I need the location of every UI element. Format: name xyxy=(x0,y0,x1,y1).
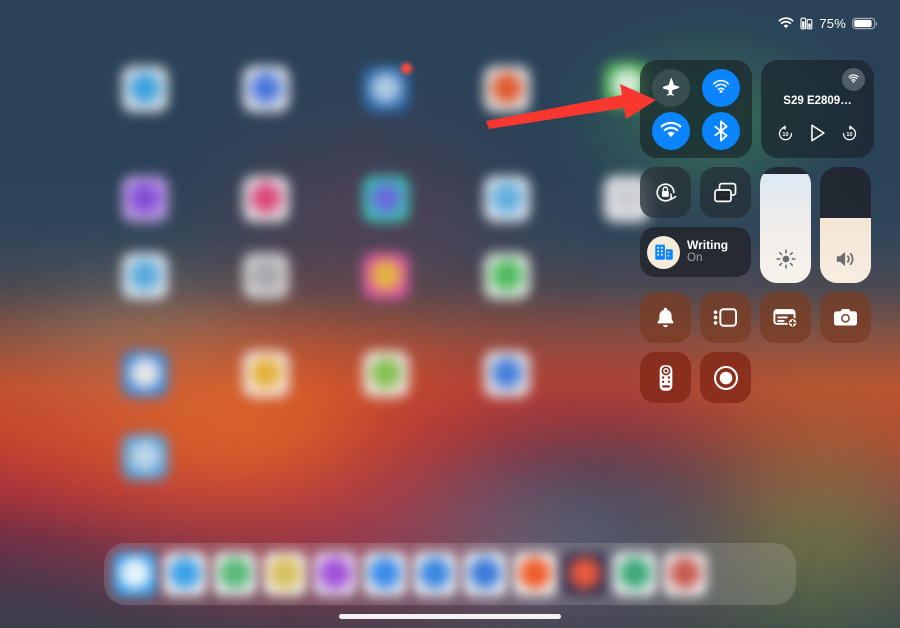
device-battery-icon xyxy=(800,17,813,30)
control-center-row-4 xyxy=(640,352,874,403)
control-center[interactable]: S29 E2809… 10 10 Writing On xyxy=(640,60,874,403)
media-transport-controls: 10 10 xyxy=(770,122,865,149)
stage-manager-button[interactable] xyxy=(700,292,751,343)
control-center-row-1: S29 E2809… 10 10 xyxy=(640,60,874,158)
focus-name-label: Writing xyxy=(687,238,729,253)
dock-app-icon[interactable] xyxy=(613,552,657,596)
focus-mode-tile[interactable]: Writing On xyxy=(640,227,751,277)
media-title: S29 E2809… xyxy=(783,95,852,107)
office-building-icon xyxy=(647,235,680,269)
dock-app-icon[interactable] xyxy=(313,552,357,596)
dock-app-icon[interactable] xyxy=(413,552,457,596)
battery-icon xyxy=(852,17,878,30)
toggles-row xyxy=(640,167,751,218)
focus-state-label: On xyxy=(687,252,703,265)
silent-mode-button[interactable] xyxy=(640,292,691,343)
home-app-icon[interactable] xyxy=(122,66,168,112)
home-app-icon[interactable] xyxy=(363,66,409,112)
airplane-mode-button[interactable] xyxy=(652,68,690,107)
home-app-icon[interactable] xyxy=(243,66,289,112)
status-bar: 75% xyxy=(778,0,900,46)
apple-tv-remote-button[interactable] xyxy=(640,352,691,403)
home-indicator[interactable] xyxy=(339,614,561,619)
dock-app-icon[interactable] xyxy=(663,552,707,596)
skip-forward-10-icon[interactable]: 10 xyxy=(840,124,859,148)
play-icon[interactable] xyxy=(806,122,828,149)
home-app-icon[interactable] xyxy=(363,176,409,222)
ipad-screen: 75% S29 E2809… 10 10 Writing On xyxy=(0,0,900,628)
left-controls-stack: Writing On xyxy=(640,167,751,283)
dock-app-icon[interactable] xyxy=(363,552,407,596)
dock-app-icon[interactable] xyxy=(563,552,607,596)
media-playback-widget[interactable]: S29 E2809… 10 10 xyxy=(761,60,874,158)
dock[interactable] xyxy=(104,543,796,605)
home-app-icon[interactable] xyxy=(484,351,530,397)
home-app-icon[interactable] xyxy=(122,434,168,480)
dock-app-icon[interactable] xyxy=(113,552,157,596)
screen-mirroring-button[interactable] xyxy=(700,167,751,218)
bluetooth-button[interactable] xyxy=(702,111,740,150)
battery-percent-label: 75% xyxy=(819,15,846,31)
quick-note-button[interactable] xyxy=(760,292,811,343)
sliders-stack xyxy=(760,167,871,283)
wifi-button[interactable] xyxy=(652,111,690,150)
svg-text:10: 10 xyxy=(847,132,853,138)
rotation-lock-button[interactable] xyxy=(640,167,691,218)
dock-app-icon[interactable] xyxy=(513,552,557,596)
screen-recording-button[interactable] xyxy=(700,352,751,403)
svg-text:10: 10 xyxy=(782,132,788,138)
wifi-icon xyxy=(778,16,794,30)
dock-app-icon[interactable] xyxy=(213,552,257,596)
volume-icon xyxy=(820,248,871,270)
dock-app-icon[interactable] xyxy=(263,552,307,596)
home-app-icon[interactable] xyxy=(243,253,289,299)
control-center-row-3 xyxy=(640,292,874,343)
home-app-icon[interactable] xyxy=(484,176,530,222)
connectivity-module[interactable] xyxy=(640,60,752,158)
dock-app-icon[interactable] xyxy=(163,552,207,596)
control-center-row-2: Writing On xyxy=(640,167,874,283)
brightness-icon xyxy=(760,248,811,270)
airdrop-button[interactable] xyxy=(702,68,740,107)
app-notification-badge xyxy=(401,63,412,74)
skip-back-10-icon[interactable]: 10 xyxy=(776,124,795,148)
home-app-icon[interactable] xyxy=(484,253,530,299)
home-app-icon[interactable] xyxy=(122,351,168,397)
home-app-icon[interactable] xyxy=(363,351,409,397)
home-app-icon[interactable] xyxy=(243,351,289,397)
home-app-icon[interactable] xyxy=(122,176,168,222)
airplay-audio-icon[interactable] xyxy=(842,68,865,91)
home-app-icon[interactable] xyxy=(484,66,530,112)
focus-text: Writing On xyxy=(687,238,728,266)
volume-slider[interactable] xyxy=(820,167,871,283)
home-app-icon[interactable] xyxy=(122,253,168,299)
brightness-slider[interactable] xyxy=(760,167,811,283)
camera-button[interactable] xyxy=(820,292,871,343)
dock-app-icon[interactable] xyxy=(463,552,507,596)
home-app-icon[interactable] xyxy=(363,253,409,299)
home-app-icon[interactable] xyxy=(243,176,289,222)
